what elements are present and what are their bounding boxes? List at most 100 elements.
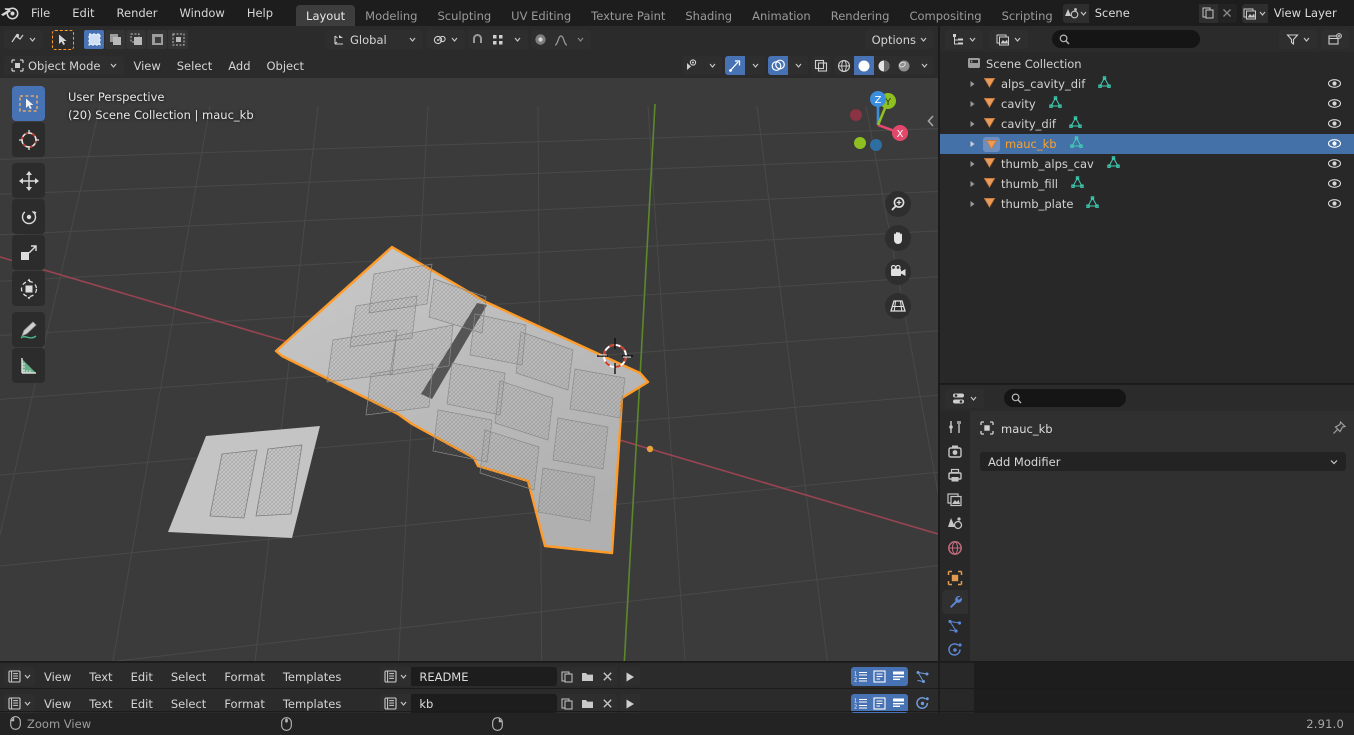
run-script-button[interactable] bbox=[620, 667, 641, 686]
tab-rendering[interactable]: Rendering bbox=[821, 5, 900, 26]
text-unlink-button[interactable] bbox=[597, 667, 618, 686]
visibility-eye-icon[interactable] bbox=[1327, 137, 1342, 153]
text-open-button[interactable] bbox=[577, 667, 598, 686]
scene-icon[interactable] bbox=[1062, 3, 1089, 23]
menu-file[interactable]: File bbox=[20, 0, 61, 26]
shading-rendered-icon[interactable] bbox=[894, 56, 914, 75]
scene-new-button[interactable] bbox=[1198, 3, 1218, 23]
annotate-tool-icon[interactable] bbox=[12, 312, 45, 347]
properties-tab-particles[interactable] bbox=[942, 614, 968, 638]
visibility-eye-icon[interactable] bbox=[1327, 97, 1342, 113]
snap-target-icon[interactable] bbox=[487, 30, 508, 49]
pin-icon[interactable] bbox=[1332, 420, 1347, 438]
properties-tab-scene[interactable] bbox=[942, 511, 968, 535]
viewport-menu-object[interactable]: Object bbox=[260, 56, 311, 75]
tab-shading[interactable]: Shading bbox=[675, 5, 742, 26]
visibility-dropdown-chevron-icon[interactable] bbox=[702, 56, 722, 75]
outliner-view-layer-icon[interactable] bbox=[989, 29, 1028, 49]
transform-orientation-dropdown[interactable]: Global bbox=[326, 30, 423, 49]
outliner-editor[interactable]: Scene Collection alps_cavity_dif cavity … bbox=[940, 26, 1354, 383]
toggle-ortho-grid-icon[interactable] bbox=[885, 293, 911, 319]
menu-edit[interactable]: Edit bbox=[61, 0, 105, 26]
visibility-eye-icon[interactable] bbox=[1327, 157, 1342, 173]
tab-sculpting[interactable]: Sculpting bbox=[427, 5, 501, 26]
scale-tool-icon[interactable] bbox=[12, 235, 45, 270]
tab-texture-paint[interactable]: Texture Paint bbox=[581, 5, 675, 26]
tab-uv-editing[interactable]: UV Editing bbox=[501, 5, 581, 26]
text-menu-select[interactable]: Select bbox=[162, 667, 215, 686]
gizmo-dropdown-chevron-icon[interactable] bbox=[745, 56, 765, 75]
select-new-icon[interactable] bbox=[105, 30, 125, 49]
text-filename-field[interactable]: README bbox=[411, 667, 558, 686]
camera-view-icon[interactable] bbox=[885, 259, 911, 285]
properties-search-input[interactable] bbox=[1004, 389, 1126, 407]
visibility-eye-icon[interactable] bbox=[1327, 177, 1342, 193]
properties-tab-object[interactable] bbox=[942, 566, 968, 590]
viewport-options-dropdown[interactable]: Options bbox=[864, 30, 934, 49]
view-layer-selector[interactable]: View Layer bbox=[1241, 3, 1354, 23]
menu-window[interactable]: Window bbox=[168, 0, 235, 26]
shading-solid-icon[interactable] bbox=[854, 56, 874, 75]
select-box-tool-icon[interactable] bbox=[12, 86, 45, 121]
visibility-eye-icon[interactable] bbox=[682, 56, 702, 75]
particles-icon[interactable] bbox=[912, 667, 932, 686]
line-numbers-icon[interactable]: 1 2 bbox=[851, 667, 870, 686]
transform-tool-icon[interactable] bbox=[12, 271, 45, 306]
shading-dropdown-chevron-icon[interactable] bbox=[914, 56, 934, 75]
scene-name[interactable]: Scene bbox=[1088, 3, 1199, 23]
overlays-dropdown-chevron-icon[interactable] bbox=[788, 56, 808, 75]
snap-dropdown-chevron-icon[interactable] bbox=[507, 30, 528, 49]
select-box-icon[interactable] bbox=[84, 30, 104, 49]
select-subtract-icon[interactable] bbox=[147, 30, 167, 49]
menu-render[interactable]: Render bbox=[106, 0, 169, 26]
outliner-row-scene-collection[interactable]: Scene Collection bbox=[940, 54, 1354, 74]
viewport-menu-select[interactable]: Select bbox=[170, 56, 219, 75]
outliner-row-thumb-fill[interactable]: thumb_fill bbox=[940, 174, 1354, 194]
visibility-eye-icon[interactable] bbox=[1327, 117, 1342, 133]
text-menu-view[interactable]: View bbox=[35, 667, 80, 686]
text-menu-templates[interactable]: Templates bbox=[274, 667, 350, 686]
menu-help[interactable]: Help bbox=[236, 0, 284, 26]
text-editor-readme-header[interactable]: View Text Edit Select Format Templates R… bbox=[0, 663, 938, 690]
properties-tab-tool[interactable] bbox=[942, 415, 968, 439]
expand-arrow-icon[interactable] bbox=[967, 160, 978, 168]
text-menu-format[interactable]: Format bbox=[215, 667, 274, 686]
text-menu-edit[interactable]: Edit bbox=[122, 667, 162, 686]
outliner-row-alps-cavity-dif[interactable]: alps_cavity_dif bbox=[940, 74, 1354, 94]
rotate-tool-icon[interactable] bbox=[12, 199, 45, 234]
outliner-row-cavity-dif[interactable]: cavity_dif bbox=[940, 114, 1354, 134]
cursor-tool-icon[interactable] bbox=[52, 29, 74, 50]
editor-type-properties-icon[interactable] bbox=[945, 388, 984, 408]
filter-funnel-icon[interactable] bbox=[1279, 29, 1317, 49]
properties-tab-view-layer[interactable] bbox=[942, 487, 968, 511]
syntax-highlight-icon[interactable] bbox=[889, 667, 908, 686]
add-modifier-dropdown[interactable]: Add Modifier bbox=[980, 452, 1346, 471]
shading-wireframe-icon[interactable] bbox=[834, 56, 854, 75]
scene-unlink-button[interactable] bbox=[1218, 4, 1237, 23]
visibility-eye-icon[interactable] bbox=[1327, 77, 1342, 93]
properties-tab-modifier[interactable] bbox=[942, 589, 968, 614]
zoom-icon[interactable] bbox=[885, 191, 911, 217]
editor-type-outliner-icon[interactable] bbox=[945, 29, 983, 49]
falloff-dropdown-chevron-icon[interactable] bbox=[570, 30, 591, 49]
pivot-point-icon[interactable] bbox=[425, 30, 465, 49]
view-layer-icon[interactable] bbox=[1241, 3, 1268, 23]
properties-tab-physics[interactable] bbox=[942, 638, 968, 662]
falloff-smooth-icon[interactable] bbox=[550, 30, 571, 49]
viewport-menu-add[interactable]: Add bbox=[221, 56, 257, 75]
text-datablock-icon[interactable] bbox=[380, 667, 412, 686]
scene-selector[interactable]: Scene bbox=[1062, 3, 1237, 23]
blender-logo-icon[interactable] bbox=[0, 0, 20, 26]
gizmo-icon[interactable] bbox=[725, 56, 745, 75]
shading-material-icon[interactable] bbox=[874, 56, 894, 75]
text-new-button[interactable] bbox=[557, 667, 578, 686]
word-wrap-icon[interactable] bbox=[870, 667, 889, 686]
object-mode-dropdown[interactable]: Object Mode bbox=[4, 56, 125, 75]
outliner-search-input[interactable] bbox=[1052, 30, 1200, 48]
outliner-row-thumb-alps-cav[interactable]: thumb_alps_cav bbox=[940, 154, 1354, 174]
properties-editor[interactable]: mauc_kb Add Modifier bbox=[940, 385, 1354, 662]
properties-tab-world[interactable] bbox=[942, 535, 968, 559]
chevron-left-icon[interactable] bbox=[925, 114, 936, 131]
expand-arrow-icon[interactable] bbox=[967, 80, 978, 88]
editor-type-3dview-icon[interactable] bbox=[4, 30, 43, 49]
